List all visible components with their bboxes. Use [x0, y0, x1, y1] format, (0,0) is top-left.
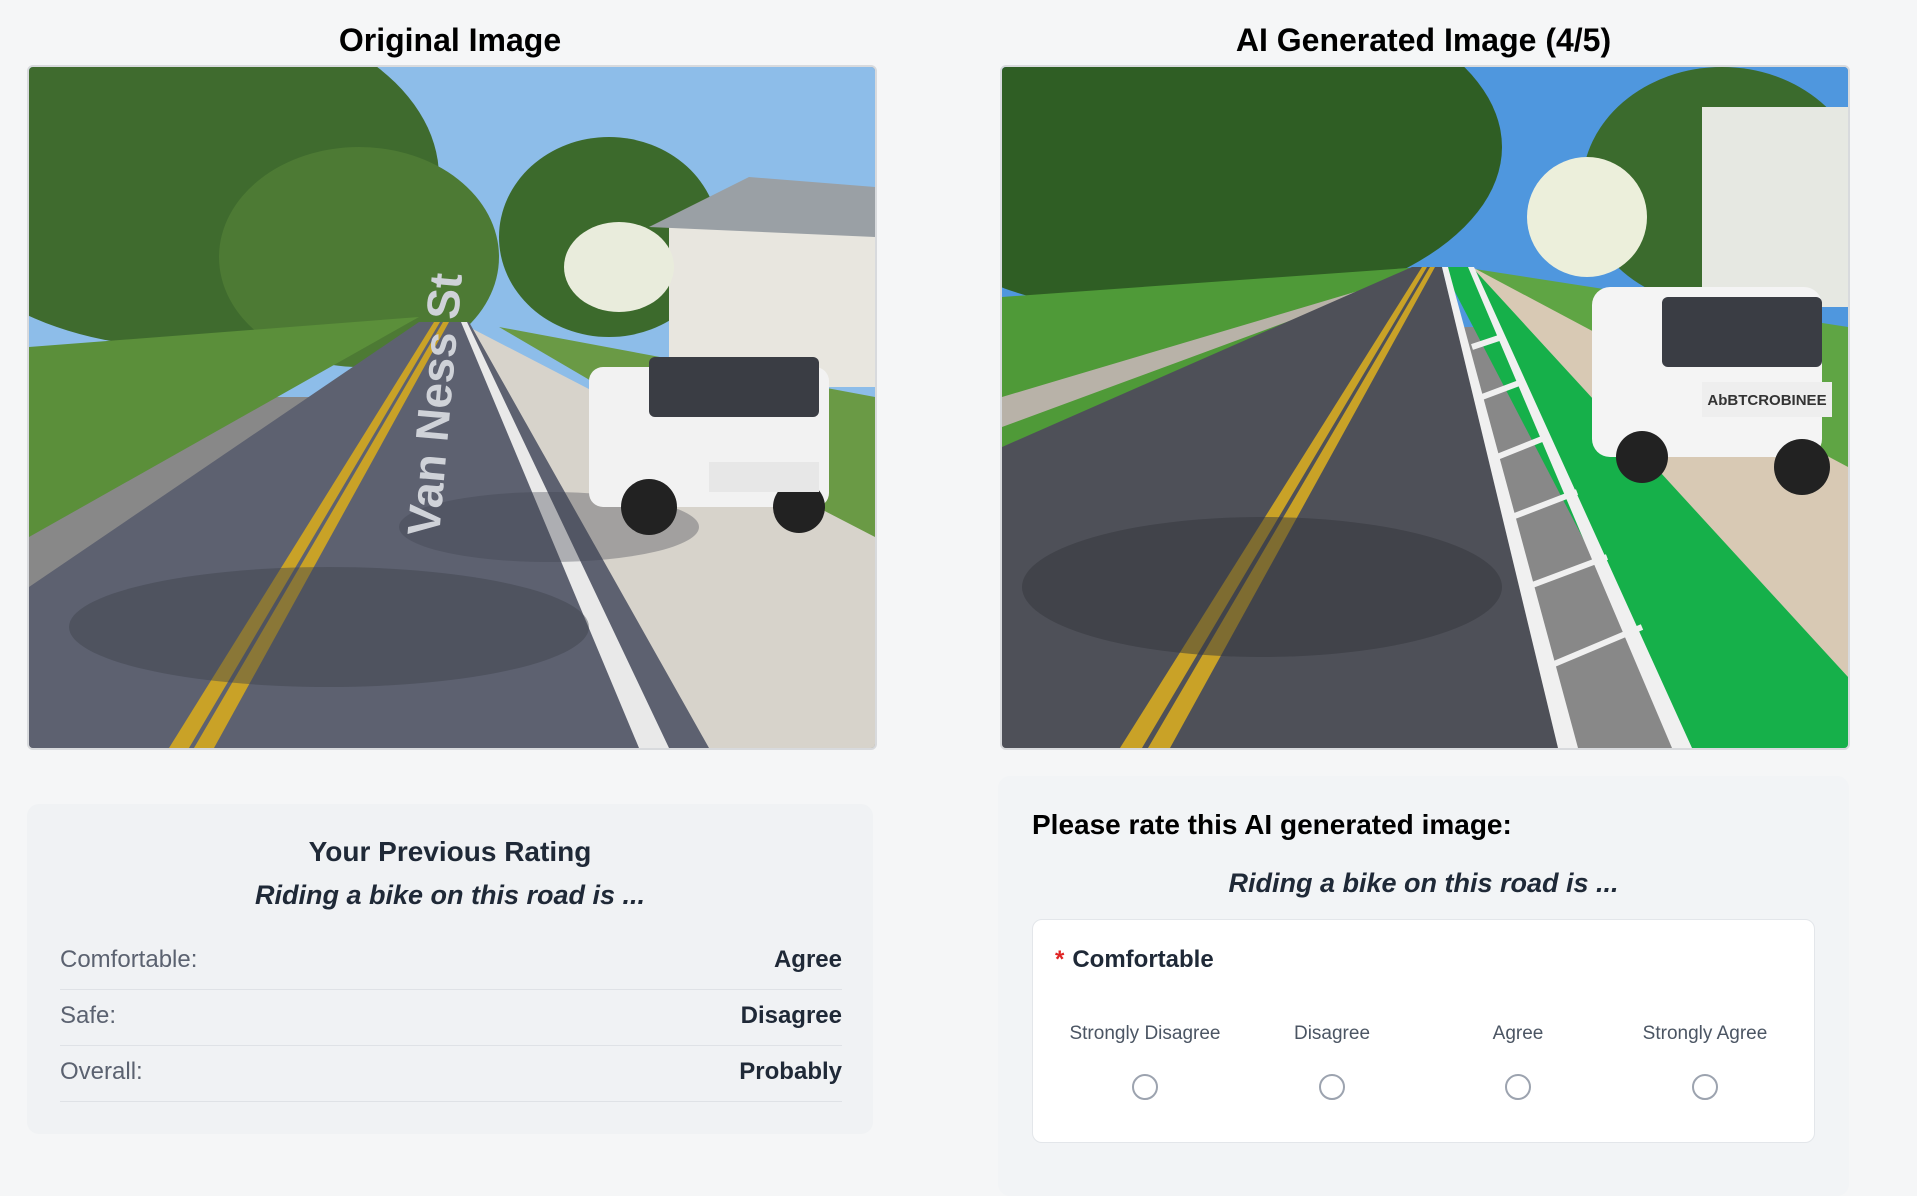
- row-label: Overall:: [60, 1058, 143, 1085]
- previous-rating-row-overall: Overall: Probably: [60, 1046, 842, 1102]
- option-label: Agree: [1492, 1022, 1544, 1044]
- rating-form-title: Please rate this AI generated image:: [1032, 809, 1512, 840]
- option-label: Strongly Agree: [1642, 1022, 1768, 1044]
- previous-rating-card: Your Previous Rating Riding a bike on th…: [27, 804, 873, 1134]
- radio-strongly-agree[interactable]: [1692, 1074, 1718, 1100]
- row-label: Comfortable:: [60, 946, 198, 973]
- rating-form-prompt: Riding a bike on this road is ...: [1228, 868, 1619, 898]
- row-value: Probably: [739, 1058, 842, 1085]
- original-image: Van Ness St: [27, 65, 877, 750]
- row-value: Disagree: [740, 1002, 842, 1029]
- option-label: Strongly Disagree: [1069, 1022, 1221, 1044]
- previous-rating-row-comfortable: Comfortable: Agree: [60, 934, 842, 990]
- required-marker: *: [1055, 946, 1065, 973]
- row-value: Agree: [773, 946, 842, 973]
- rating-form-card: Please rate this AI generated image: Rid…: [998, 776, 1849, 1196]
- radio-strongly-disagree[interactable]: [1132, 1074, 1158, 1100]
- generated-image-title: AI Generated Image (4/5): [1235, 22, 1612, 58]
- previous-rating-prompt: Riding a bike on this road is ...: [254, 880, 646, 910]
- question-label: * Comfortable: [1055, 946, 1214, 974]
- radio-disagree[interactable]: [1319, 1074, 1345, 1100]
- previous-rating-row-safe: Safe: Disagree: [60, 990, 842, 1046]
- row-label: Safe:: [60, 1002, 117, 1029]
- option-strongly-disagree[interactable]: Strongly Disagree: [1055, 1008, 1235, 1100]
- question-text: Comfortable: [1072, 946, 1214, 973]
- option-label: Disagree: [1293, 1022, 1371, 1044]
- original-image-title: Original Image: [338, 22, 562, 58]
- generated-image: AbBTCROBINEE: [1000, 65, 1850, 750]
- question-comfortable: * Comfortable Strongly Disagree Disagree …: [1032, 919, 1815, 1143]
- previous-rating-title: Your Previous Rating: [308, 836, 592, 867]
- option-agree[interactable]: Agree: [1428, 1008, 1608, 1100]
- option-disagree[interactable]: Disagree: [1242, 1008, 1422, 1100]
- truck-label: AbBTCROBINEE: [1707, 392, 1826, 409]
- radio-agree[interactable]: [1505, 1074, 1531, 1100]
- option-strongly-agree[interactable]: Strongly Agree: [1615, 1008, 1795, 1100]
